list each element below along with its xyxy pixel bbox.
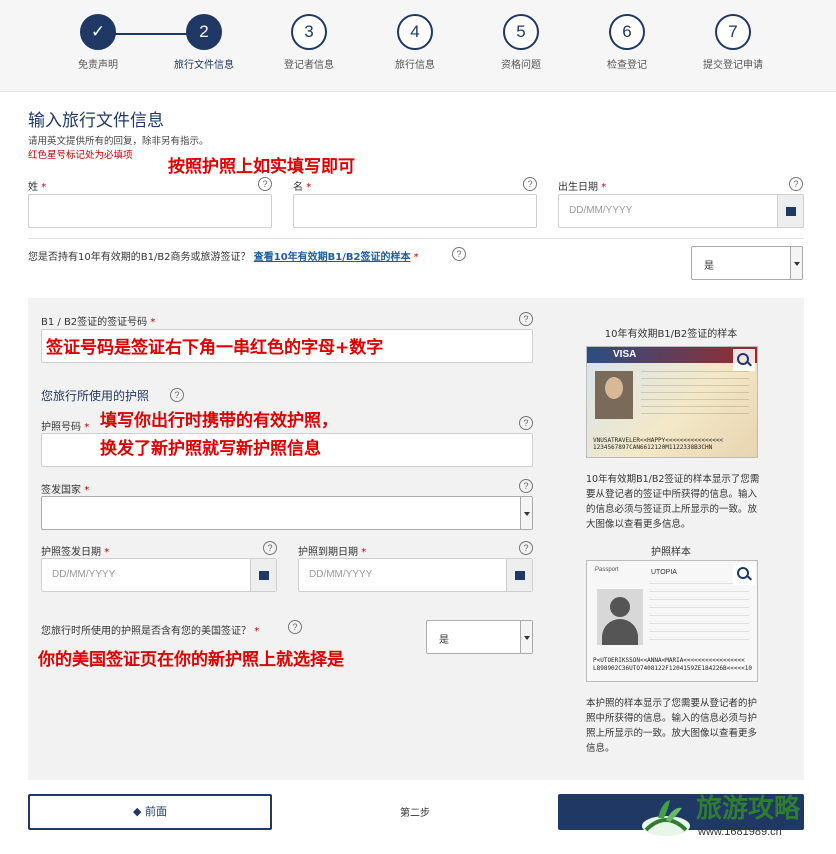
visa10-select[interactable]: 是 xyxy=(691,246,803,280)
chevron-down-icon xyxy=(520,621,532,653)
step-applicant-info[interactable]: 3 登记者信息 xyxy=(259,14,359,71)
issue-date-label: 护照签发日期 * xyxy=(41,547,110,558)
help-icon[interactable]: ? xyxy=(519,416,533,430)
annotation-passport-line2: 换发了新护照就写新护照信息 xyxy=(100,439,321,459)
step-indicator: 第二步 xyxy=(400,808,430,819)
help-icon[interactable]: ? xyxy=(789,177,803,191)
help-icon[interactable]: ? xyxy=(452,247,466,261)
step-number: 3 xyxy=(291,14,327,50)
page-title: 输入旅行文件信息 xyxy=(28,111,164,131)
given-name-input[interactable] xyxy=(293,194,537,228)
visa-photo xyxy=(595,371,633,419)
calendar-icon[interactable] xyxy=(777,195,803,227)
help-icon[interactable]: ? xyxy=(519,541,533,555)
step-disclaimer[interactable]: ✓ 免责声明 xyxy=(48,14,148,71)
visa-sample-image[interactable]: VISA VNUSATRAVELER<<HAPPY<<<<<<<<<<<<<<<… xyxy=(586,346,758,458)
step-label: 提交登记申请 xyxy=(703,60,763,71)
step-number: 6 xyxy=(609,14,645,50)
step-number: 4 xyxy=(397,14,433,50)
watermark-text: 旅游攻略 xyxy=(696,794,801,824)
annotation-fill-as-passport: 按照护照上如实填写即可 xyxy=(168,157,355,177)
dob-placeholder: DD/MM/YYYY xyxy=(569,205,633,216)
visa-number-label: B1 / B2签证的签证号码 * xyxy=(41,317,156,328)
divider xyxy=(28,238,804,239)
visa-in-passport-select[interactable]: 是 xyxy=(426,620,533,654)
step-number: 7 xyxy=(715,14,751,50)
help-icon[interactable]: ? xyxy=(170,388,184,402)
step-number: 5 xyxy=(503,14,539,50)
step-eligibility[interactable]: 5 资格问题 xyxy=(471,14,571,71)
annotation-visa-in-passport: 你的美国签证页在你的新护照上就选择是 xyxy=(38,650,344,670)
watermark-url: www.1681989.cn xyxy=(698,826,782,838)
visa-card-title: VISA xyxy=(613,349,637,360)
surname-input[interactable] xyxy=(28,194,272,228)
progress-stepper: ✓ 免责声明 2 旅行文件信息 3 登记者信息 4 旅行信息 5 资格问题 6 … xyxy=(0,0,836,92)
visa-sample-title: 10年有效期B1/B2签证的样本 xyxy=(604,329,738,340)
issuing-country-select[interactable] xyxy=(41,496,533,530)
chevron-down-icon xyxy=(520,497,532,529)
issue-date-input[interactable]: DD/MM/YYYY xyxy=(41,558,277,592)
visa10-question: 您是否持有10年有效期的B1/B2商务或旅游签证？ 查看10年有效期B1/B2签… xyxy=(28,252,419,263)
step-travel-info[interactable]: 4 旅行信息 xyxy=(365,14,465,71)
issuing-country-label: 签发国家 * xyxy=(41,485,90,496)
visa-in-passport-value: 是 xyxy=(439,635,449,646)
step-label: 免责声明 xyxy=(78,60,118,71)
passport-section-title: 您旅行所使用的护照 xyxy=(41,389,150,403)
help-icon[interactable]: ? xyxy=(523,177,537,191)
passport-sample-title: 护照样本 xyxy=(651,547,691,558)
step-label: 资格问题 xyxy=(501,60,541,71)
help-icon[interactable]: ? xyxy=(263,541,277,555)
expiry-date-placeholder: DD/MM/YYYY xyxy=(309,569,373,580)
step-label: 旅行文件信息 xyxy=(174,60,234,71)
annotation-passport-line1: 填写你出行时携带的有效护照， xyxy=(100,411,338,431)
required-note: 红色星号标记处为必填项 xyxy=(28,150,133,161)
step-label: 登记者信息 xyxy=(284,60,334,71)
passport-mrz: P<UTOERIKSSON<<ANNA<MARIA<<<<<<<<<<<<<<<… xyxy=(593,657,752,672)
step-label: 旅行信息 xyxy=(395,60,435,71)
passport-photo xyxy=(597,589,643,645)
calendar-icon[interactable] xyxy=(250,559,276,591)
passport-sample-text: 本护照的样本显示了您需要从登记者的护照中所获得的信息。输入的信息必须与护照上所显… xyxy=(586,698,758,754)
help-icon[interactable]: ? xyxy=(288,620,302,634)
step-submit[interactable]: 7 提交登记申请 xyxy=(683,14,783,71)
watermark-logo-icon xyxy=(642,800,690,836)
zoom-icon[interactable] xyxy=(733,349,755,371)
help-icon[interactable]: ? xyxy=(519,312,533,326)
chevron-down-icon xyxy=(790,247,802,279)
annotation-visa-number: 签证号码是签证右下角一串红色的字母+数字 xyxy=(46,338,384,358)
help-icon[interactable]: ? xyxy=(519,479,533,493)
visa-in-passport-question: 您旅行时所使用的护照是否含有您的美国签证？ * xyxy=(41,626,260,637)
zoom-icon[interactable] xyxy=(733,563,755,585)
passport-sample-image[interactable]: Passport UTOPIA P<UTOERIKSSON<<ANNA<MARI… xyxy=(586,560,758,682)
step-check-icon: ✓ xyxy=(80,14,116,50)
visa-mrz: VNUSATRAVELER<<HAPPY<<<<<<<<<<<<<<<< 123… xyxy=(593,437,724,451)
passport-country: UTOPIA xyxy=(651,569,677,576)
passport-card-title: Passport xyxy=(595,567,619,573)
step-label: 检查登记 xyxy=(607,60,647,71)
step-review[interactable]: 6 检查登记 xyxy=(577,14,677,71)
help-icon[interactable]: ? xyxy=(258,177,272,191)
step-travel-document[interactable]: 2 旅行文件信息 xyxy=(154,14,254,71)
visa-sample-text: 10年有效期B1/B2签证的样本显示了您需要从登记者的签证中所获得的信息。输入的… xyxy=(586,474,760,530)
expiry-date-input[interactable]: DD/MM/YYYY xyxy=(298,558,533,592)
previous-button[interactable]: ◆ 前面 xyxy=(28,794,272,830)
issue-date-placeholder: DD/MM/YYYY xyxy=(52,569,116,580)
watermark: 旅游攻略 www.1681989.cn xyxy=(636,786,836,848)
step-number: 2 xyxy=(186,14,222,50)
given-name-label: 名 * xyxy=(293,182,312,193)
expiry-date-label: 护照到期日期 * xyxy=(298,547,367,558)
dob-input[interactable]: DD/MM/YYYY xyxy=(558,194,804,228)
visa10-sample-link[interactable]: 查看10年有效期B1/B2签证的样本 xyxy=(254,252,411,263)
instruction-text: 请用英文提供所有的回复，除非另有指示。 xyxy=(28,136,209,147)
visa10-value: 是 xyxy=(704,261,714,272)
calendar-icon[interactable] xyxy=(506,559,532,591)
surname-label: 姓 * xyxy=(28,182,47,193)
dob-label: 出生日期 * xyxy=(558,182,607,193)
passport-number-label: 护照号码 * xyxy=(41,422,90,433)
